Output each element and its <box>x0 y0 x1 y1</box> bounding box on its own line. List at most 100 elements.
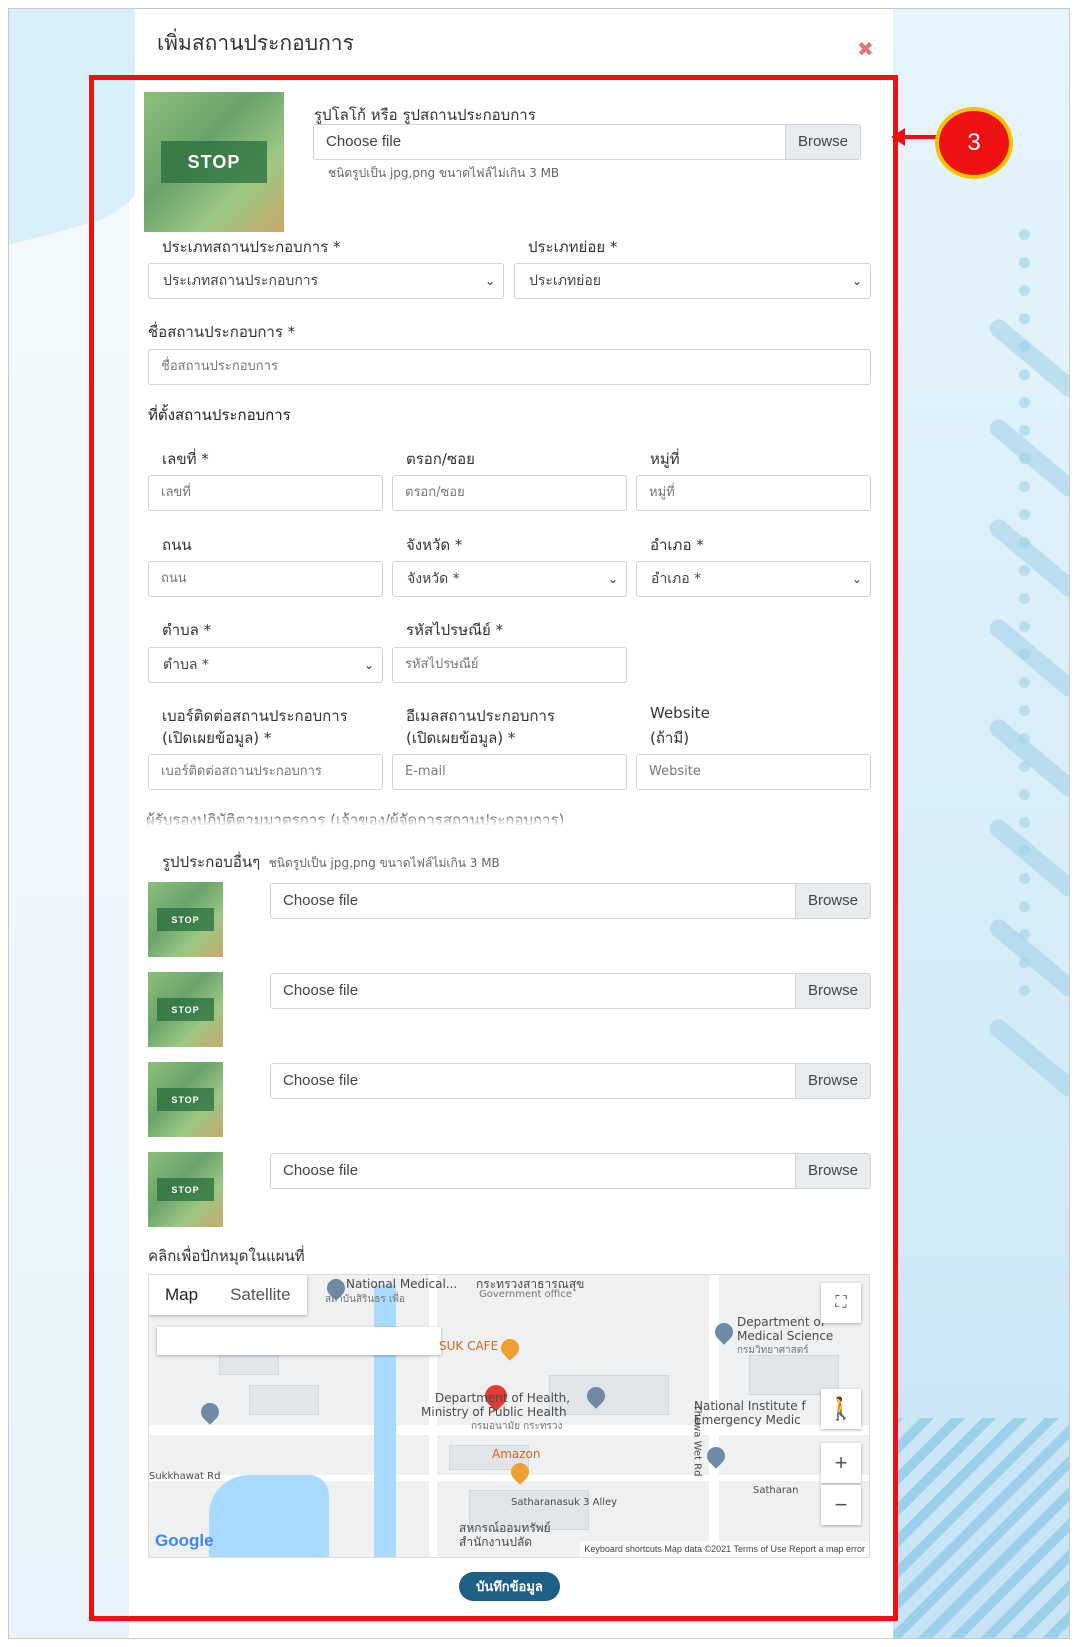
postcode-input[interactable]: รหัสไปรษณีย์ <box>392 647 627 683</box>
image-thumbnail-3: STOP <box>148 1062 223 1137</box>
map-place-label: Government office <box>479 1289 572 1300</box>
map-pin-icon[interactable] <box>197 1399 223 1425</box>
subdistrict-value: ตำบล * <box>163 657 209 673</box>
callout-badge: 3 <box>935 107 1013 179</box>
chevron-down-icon: ⌄ <box>851 274 862 288</box>
map-search-bar[interactable] <box>157 1327 441 1355</box>
map-place-label: SUK CAFE <box>439 1339 499 1353</box>
website-label-2: (ถ้ามี) <box>650 729 690 747</box>
certifier-cut-text: ผู้รับรองปฏิบัติตามมาตรการ (เจ้าของ/ผู้จ… <box>146 808 866 828</box>
business-type-select[interactable]: ประเภทสถานประกอบการ ⌄ <box>148 263 504 299</box>
thumbnail-logo: STOP <box>157 1178 214 1201</box>
other-images-label: รูปประกอบอื่นๆ <box>162 853 261 871</box>
province-label: จังหวัด * <box>406 536 463 554</box>
save-button[interactable]: บันทึกข้อมูล <box>459 1572 560 1601</box>
image-file-input-4[interactable]: Choose file Browse <box>270 1153 871 1189</box>
background-right <box>889 9 1069 1638</box>
house-no-input[interactable]: เลขที่ <box>148 475 383 511</box>
phone-input[interactable]: เบอร์ติดต่อสถานประกอบการ <box>148 754 383 790</box>
image-file-input-1[interactable]: Choose file Browse <box>270 883 871 919</box>
village-input[interactable]: หมู่ที่ <box>636 475 871 511</box>
email-label-1: อีเมลสถานประกอบการ <box>406 707 555 725</box>
map-place-label: Emergency Medic <box>694 1413 801 1427</box>
close-icon[interactable]: ✖ <box>857 37 874 62</box>
website-input[interactable]: Website <box>636 754 871 790</box>
other-images-hint: ชนิดรูปเป็น jpg,png ขนาดไฟล์ไม่เกิน 3 MB <box>268 856 500 870</box>
village-label: หมู่ที่ <box>650 450 680 468</box>
pegman-icon[interactable]: 🚶 <box>821 1389 861 1429</box>
image-file-name: Choose file <box>283 892 359 909</box>
chevron-down-icon: ⌄ <box>484 274 495 288</box>
chevron-down-icon: ⌄ <box>607 572 618 586</box>
map-place-label: Ministry of Public Health <box>421 1405 567 1419</box>
logo-file-input[interactable]: Choose file Browse <box>313 124 861 160</box>
logo-thumbnail-text: STOP <box>160 141 268 183</box>
browse-button[interactable]: Browse <box>794 1154 870 1188</box>
thumbnail-logo: STOP <box>157 998 214 1021</box>
satellite-tab[interactable]: Satellite <box>214 1275 306 1315</box>
map-place-label: สำนักงานปลัด <box>459 1535 533 1549</box>
district-select[interactable]: อำเภอ * ⌄ <box>636 561 871 597</box>
modal-title: เพิ่มสถานประกอบการ <box>157 31 354 55</box>
cafe-pin-icon[interactable] <box>497 1335 523 1361</box>
district-value: อำเภอ * <box>651 571 702 587</box>
google-logo: Google <box>155 1531 214 1550</box>
business-name-input[interactable]: ชื่อสถานประกอบการ <box>148 349 871 385</box>
thumbnail-logo: STOP <box>157 1088 214 1111</box>
alley-input[interactable]: ตรอก/ซอย <box>392 475 627 511</box>
browse-button[interactable]: Browse <box>794 1064 870 1098</box>
browse-button[interactable]: Browse <box>794 884 870 918</box>
logo-thumbnail: STOP <box>144 92 284 232</box>
business-type-value: ประเภทสถานประกอบการ <box>163 273 319 289</box>
image-thumbnail-2: STOP <box>148 972 223 1047</box>
callout-arrow-icon <box>891 128 937 146</box>
map-road-label: Satharan <box>753 1485 799 1496</box>
province-select[interactable]: จังหวัด * ⌄ <box>392 561 627 597</box>
subdistrict-select[interactable]: ตำบล * ⌄ <box>148 647 383 683</box>
image-thumbnail-1: STOP <box>148 882 223 957</box>
website-label-1: Website <box>650 704 710 722</box>
email-input[interactable]: E-mail <box>392 754 627 790</box>
map-place-label: กรมวิทยาศาสตร์ <box>737 1345 809 1356</box>
browse-button[interactable]: Browse <box>794 974 870 1008</box>
sub-type-select[interactable]: ประเภทย่อย ⌄ <box>514 263 871 299</box>
image-thumbnail-4: STOP <box>148 1152 223 1227</box>
road-input[interactable]: ถนน <box>148 561 383 597</box>
phone-label-2: (เปิดเผยข้อมูล) * <box>162 729 272 747</box>
other-images-heading: รูปประกอบอื่นๆ ชนิดรูปเป็น jpg,png ขนาดไ… <box>162 850 500 874</box>
email-label-2: (เปิดเผยข้อมูล) * <box>406 729 516 747</box>
map-place-label: กรมอนามัย กระทรวง <box>471 1421 563 1432</box>
image-file-name: Choose file <box>283 1162 359 1179</box>
map-tab[interactable]: Map <box>149 1275 214 1315</box>
zoom-out-button[interactable]: − <box>821 1485 861 1525</box>
map-road-label: Satharanasuk 3 Alley <box>511 1497 618 1508</box>
image-file-input-3[interactable]: Choose file Browse <box>270 1063 871 1099</box>
map-place-label: Amazon <box>492 1447 541 1461</box>
map-footer: Keyboard shortcuts Map data ©2021 Terms … <box>580 1541 869 1557</box>
chevron-down-icon: ⌄ <box>851 572 862 586</box>
road-label: ถนน <box>162 536 192 554</box>
map-road-label: Thewa Wet Rd <box>691 1404 703 1477</box>
image-file-input-2[interactable]: Choose file Browse <box>270 973 871 1009</box>
business-type-label: ประเภทสถานประกอบการ * <box>162 238 341 256</box>
logo-file-name: Choose file <box>326 133 402 150</box>
logo-browse-button[interactable]: Browse <box>784 125 860 159</box>
fullscreen-icon[interactable]: ⛶ <box>821 1283 861 1323</box>
thumbnail-logo: STOP <box>157 908 214 931</box>
map-place-label: สถาบันสิรินธร เพื่อ <box>325 1294 405 1305</box>
map-widget[interactable]: Map Satellite National Medical... สถาบัน… <box>148 1274 870 1558</box>
sub-type-label: ประเภทย่อย * <box>528 238 618 256</box>
postcode-label: รหัสไปรษณีย์ * <box>406 621 504 639</box>
sub-type-value: ประเภทย่อย <box>529 273 601 289</box>
map-road-label: Sukkhawat Rd <box>149 1471 221 1482</box>
zoom-in-button[interactable]: + <box>821 1443 861 1483</box>
logo-upload-hint: ชนิดรูปเป็น jpg,png ขนาดไฟล์ไม่เกิน 3 MB <box>328 166 560 180</box>
alley-label: ตรอก/ซอย <box>406 450 475 468</box>
map-place-label: National Institute f <box>694 1399 806 1413</box>
district-label: อำเภอ * <box>650 536 704 554</box>
image-file-name: Choose file <box>283 1072 359 1089</box>
background-left <box>9 9 129 1638</box>
map-pin-icon[interactable] <box>703 1443 729 1469</box>
chevron-down-icon: ⌄ <box>363 658 374 672</box>
map-place-label: Department of Health, <box>435 1391 571 1405</box>
